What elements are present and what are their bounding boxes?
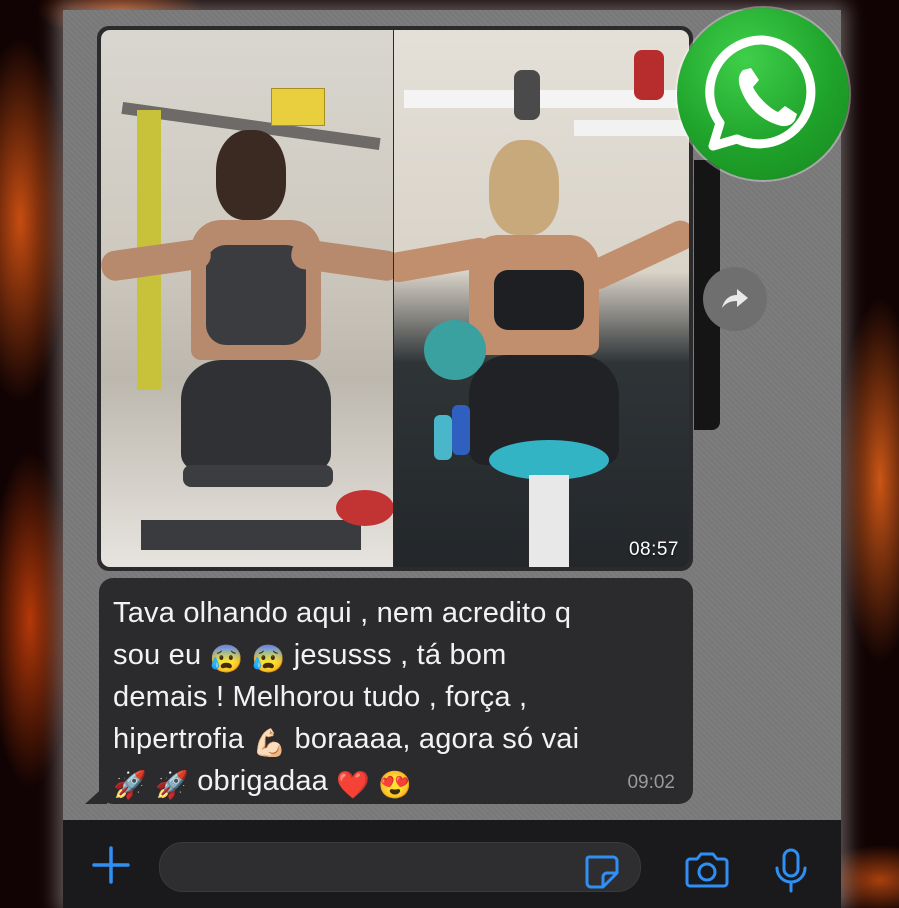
red-heart-emoji: ❤️ xyxy=(336,770,371,800)
message-line: demais ! Melhorou tudo , força , xyxy=(113,681,528,713)
anxious-face-emoji: 😰 xyxy=(209,644,244,674)
flexed-biceps-emoji: 💪🏻 xyxy=(252,728,287,758)
bubble-tail xyxy=(85,784,107,804)
photo-before[interactable] xyxy=(101,30,393,567)
rocket-emoji: 🚀 xyxy=(155,770,189,800)
image-message-bubble[interactable]: 08:57 xyxy=(97,26,693,571)
heart-eyes-emoji: 😍 xyxy=(378,770,413,800)
whatsapp-logo xyxy=(677,8,849,180)
message-line: Tava olhando aqui , nem acredito q xyxy=(113,597,572,629)
camera-icon[interactable] xyxy=(683,852,731,888)
anxious-face-emoji: 😰 xyxy=(251,644,286,674)
photo-after[interactable] xyxy=(394,30,689,567)
message-line: boraaaa, agora só vai xyxy=(294,723,580,755)
text-message-bubble[interactable]: Tava olhando aqui , nem acredito q sou e… xyxy=(85,578,693,804)
message-timestamp: 09:02 xyxy=(627,772,675,793)
message-line: jesusss , tá bom xyxy=(293,639,507,671)
message-line: sou eu xyxy=(113,639,202,671)
plus-icon[interactable] xyxy=(91,845,131,885)
microphone-icon[interactable] xyxy=(773,848,809,894)
message-input[interactable] xyxy=(159,842,641,892)
forward-arrow-icon[interactable] xyxy=(703,267,767,331)
message-line: obrigadaa xyxy=(197,765,328,797)
message-text: Tava olhando aqui , nem acredito q sou e… xyxy=(113,592,677,802)
chat-input-bar xyxy=(63,820,841,908)
rocket-emoji: 🚀 xyxy=(113,770,147,800)
image-timestamp: 08:57 xyxy=(628,539,679,560)
sticker-icon[interactable] xyxy=(583,853,619,889)
message-line: hipertrofia xyxy=(113,723,245,755)
